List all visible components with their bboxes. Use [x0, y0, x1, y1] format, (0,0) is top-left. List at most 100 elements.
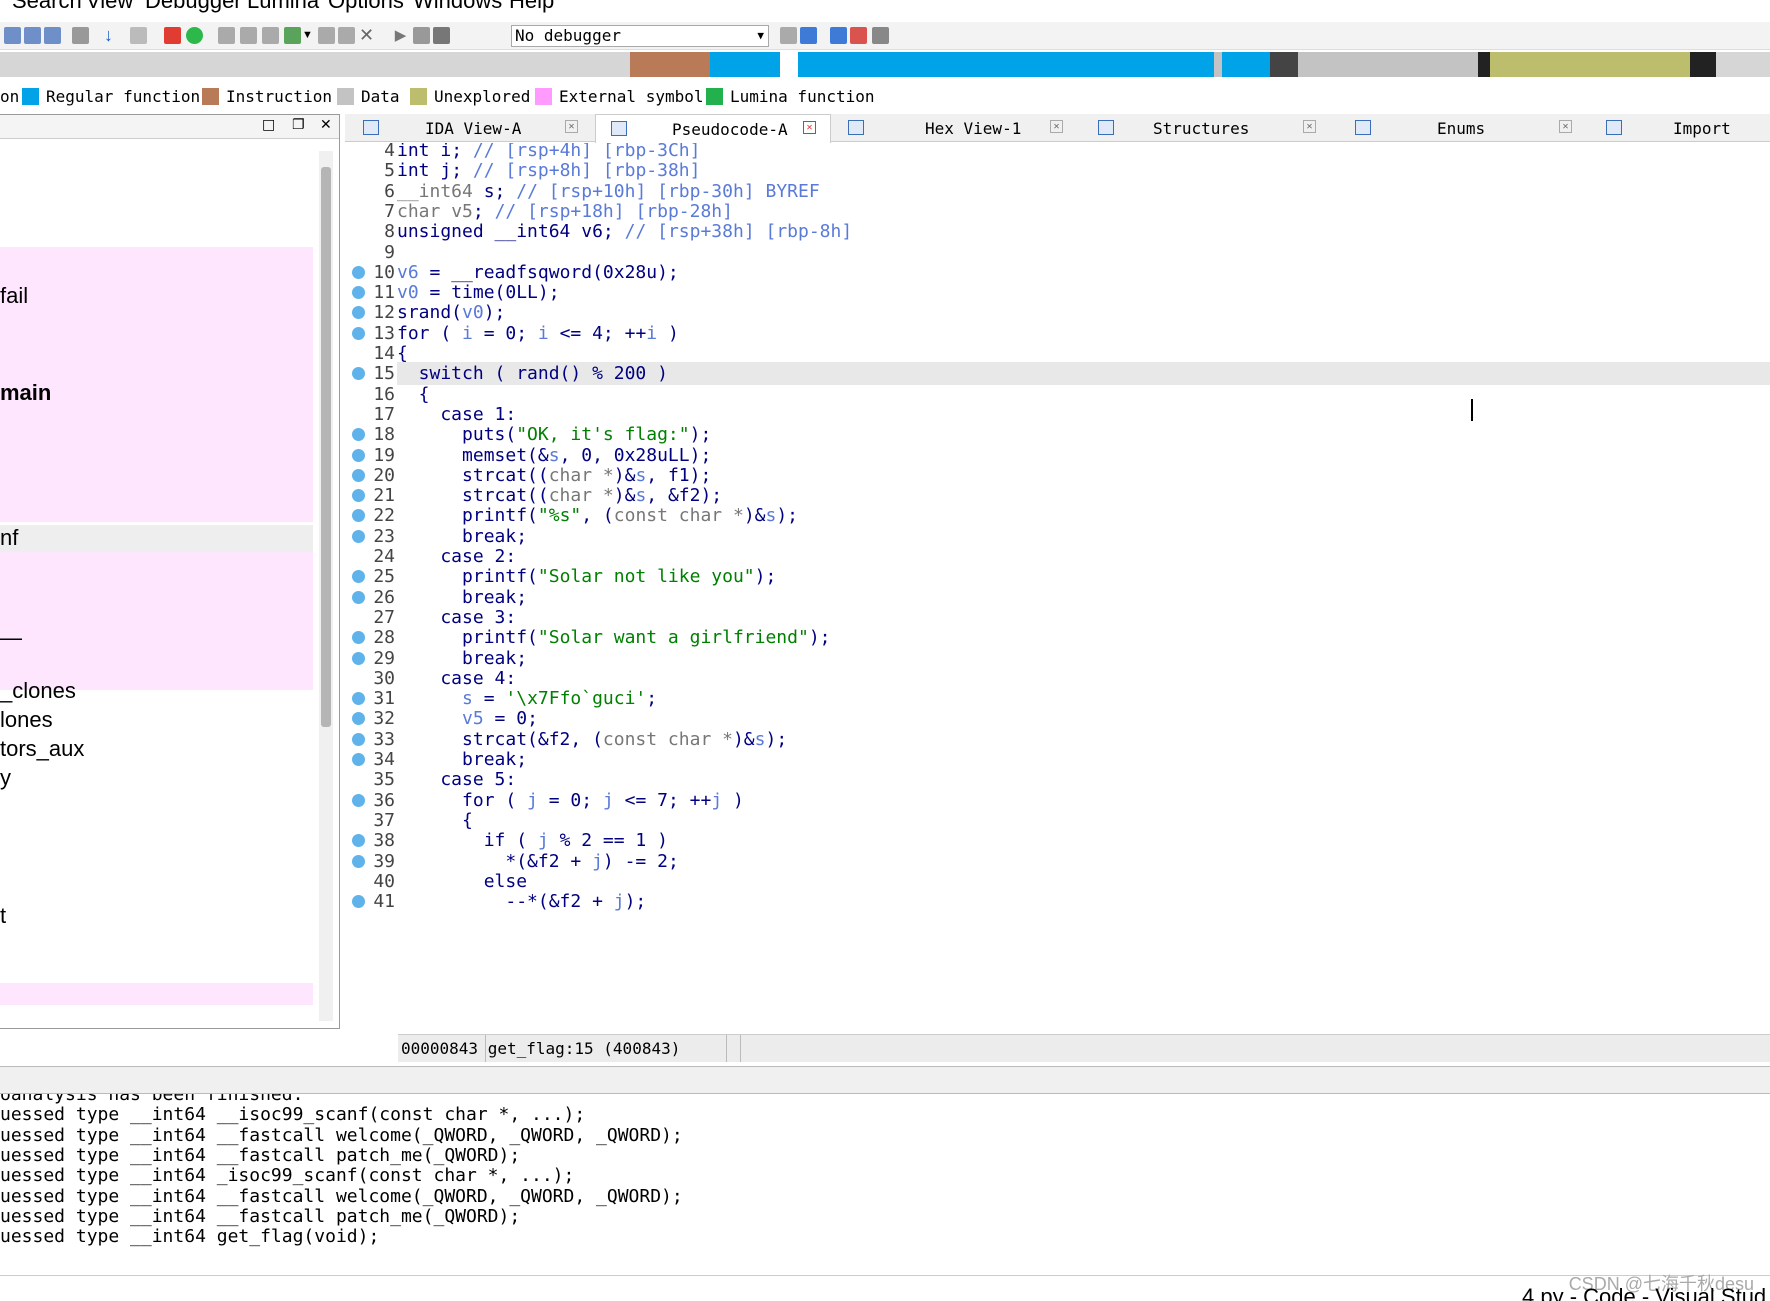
debugger-select[interactable]: No debugger ▼	[511, 25, 769, 47]
menu-lumina[interactable]: Lumina	[247, 0, 319, 14]
breakpoint-dot[interactable]	[352, 733, 365, 746]
code-line[interactable]: --*(&f2 + j);	[397, 890, 1770, 913]
breakpoint-dot[interactable]	[352, 489, 365, 502]
breakpoint-dot[interactable]	[352, 591, 365, 604]
breakpoint-dot[interactable]	[352, 895, 365, 908]
breakpoint-dot[interactable]	[352, 794, 365, 807]
tab-imports[interactable]: Import	[1591, 114, 1770, 142]
legend-swatch	[337, 87, 354, 105]
code-line[interactable]: int j; // [rsp+8h] [rbp-38h]	[397, 159, 1770, 182]
close-icon[interactable]: ✕	[803, 121, 816, 134]
functions-scrollbar[interactable]	[319, 151, 333, 1021]
breakpoint-dot[interactable]	[352, 266, 365, 279]
graph-icon[interactable]	[240, 27, 257, 44]
function-item-main[interactable]: main	[0, 380, 313, 406]
taskbar-vscode[interactable]: 4.py - Code - Visual Stud	[1522, 1284, 1766, 1301]
breakpoint-dot[interactable]	[352, 692, 365, 705]
stop-icon[interactable]	[164, 27, 181, 44]
breakpoint-dot[interactable]	[352, 753, 365, 766]
nav-segment-data	[1716, 52, 1770, 77]
code-line[interactable]: unsigned __int64 v6; // [rsp+38h] [rbp-8…	[397, 220, 1770, 243]
breakpoint-dot[interactable]	[352, 428, 365, 441]
function-item[interactable]: —	[0, 625, 313, 651]
search-icon[interactable]	[130, 27, 147, 44]
menu-options[interactable]: Options	[328, 0, 404, 14]
pause-icon[interactable]	[413, 27, 430, 44]
code-line[interactable]: if ( j % 2 == 1 )	[397, 829, 1770, 852]
tab-pseudocode-a[interactable]: Pseudocode-A ✕	[595, 114, 831, 143]
breakpoint-dot[interactable]	[352, 509, 365, 522]
menu-windows[interactable]: Windows	[413, 0, 502, 14]
line-number: 35	[373, 769, 395, 790]
analyze-icon[interactable]	[218, 27, 235, 44]
attach-icon[interactable]	[800, 27, 817, 44]
breakpoint-dot[interactable]	[352, 469, 365, 482]
breakpoint-dot[interactable]	[352, 530, 365, 543]
code-line[interactable]: printf("%s", (const char *)&s);	[397, 504, 1770, 527]
menu-debugger[interactable]: Debugger	[145, 0, 242, 14]
step-icon[interactable]	[780, 27, 797, 44]
breakpoint-dot[interactable]	[352, 449, 365, 462]
function-item[interactable]: tors_aux	[0, 736, 313, 762]
breakpoint-dot[interactable]	[352, 286, 365, 299]
navigation-band[interactable]	[0, 52, 1770, 77]
breakpoint-dot[interactable]	[352, 834, 365, 847]
close-icon[interactable]: ✕	[358, 26, 375, 44]
patch-icon[interactable]	[338, 27, 355, 44]
add-icon[interactable]	[284, 27, 301, 44]
tab-enums[interactable]: Enums ✕	[1337, 114, 1589, 142]
breakpoint-dot[interactable]	[352, 652, 365, 665]
function-item[interactable]: _clones	[0, 678, 313, 704]
print-icon[interactable]	[72, 27, 89, 44]
open-icon[interactable]	[4, 27, 21, 44]
code-line[interactable]: v5 = 0;	[397, 707, 1770, 730]
breakpoint-dot[interactable]	[352, 855, 365, 868]
tab-structures[interactable]: Structures ✕	[1083, 114, 1335, 142]
close-icon[interactable]: ✕	[1559, 120, 1572, 133]
code-line-current[interactable]: switch ( rand() % 200 )	[397, 362, 1770, 385]
function-item[interactable]: t	[0, 903, 313, 929]
function-item-selected[interactable]: nf	[0, 525, 313, 552]
breakpoint-dot[interactable]	[352, 327, 365, 340]
xref-icon[interactable]	[262, 27, 279, 44]
function-item[interactable]: y	[0, 765, 313, 791]
tools-icon[interactable]	[872, 27, 889, 44]
close-icon[interactable]: ✕	[1303, 120, 1316, 133]
code-line[interactable]: srand(v0);	[397, 301, 1770, 324]
list-icon[interactable]	[830, 27, 847, 44]
close-icon[interactable]: ✕	[320, 117, 332, 133]
breakpoint-dot[interactable]	[352, 570, 365, 583]
tab-ida-view-a[interactable]: IDA View-A ✕	[345, 114, 593, 142]
breakpoint-dot[interactable]	[352, 306, 365, 319]
stop-debug-icon[interactable]	[433, 27, 450, 44]
arrow-down-icon[interactable]: ↓	[100, 26, 117, 44]
menu-help[interactable]: Help	[509, 0, 554, 14]
project-icon[interactable]	[44, 27, 61, 44]
breakpoint-dot[interactable]	[352, 367, 365, 380]
restore-icon[interactable]: ❐	[292, 117, 305, 133]
code-line[interactable]: puts("OK, it's flag:");	[397, 423, 1770, 446]
tab-hex-view-1[interactable]: Hex View-1 ✕	[833, 114, 1081, 142]
play-icon[interactable]: ▶	[392, 27, 409, 44]
run-icon[interactable]	[186, 27, 203, 44]
pseudocode-view[interactable]: 4 5 6 7 8 9 10 11 12 13 14 15 16 17 18 19 20 21 22 23 24 25 26…	[345, 143, 1770, 1033]
output-window[interactable]: oanalysis has been finished. uessed type …	[0, 1094, 1770, 1274]
menu-view[interactable]: View	[86, 0, 133, 14]
menu-search[interactable]: Search	[12, 0, 82, 14]
save-icon[interactable]	[24, 27, 41, 44]
code-line[interactable]: printf("Solar not like you");	[397, 565, 1770, 588]
function-item[interactable]: fail	[0, 283, 313, 309]
function-item[interactable]: lones	[0, 707, 313, 733]
scrollbar-thumb[interactable]	[321, 167, 331, 727]
code-line[interactable]: printf("Solar want a girlfriend");	[397, 626, 1770, 649]
maximize-icon[interactable]: □	[262, 117, 275, 133]
hex-icon	[848, 120, 864, 135]
close-icon[interactable]: ✕	[1050, 120, 1063, 133]
chevron-down-icon[interactable]: ▼	[302, 27, 319, 44]
close-icon[interactable]: ✕	[565, 120, 578, 133]
bookmark-icon[interactable]	[850, 27, 867, 44]
breakpoint-dot[interactable]	[352, 631, 365, 644]
breakpoint-dot[interactable]	[352, 712, 365, 725]
code-line[interactable]: case 5:	[397, 768, 1770, 791]
jump-icon[interactable]	[318, 27, 335, 44]
